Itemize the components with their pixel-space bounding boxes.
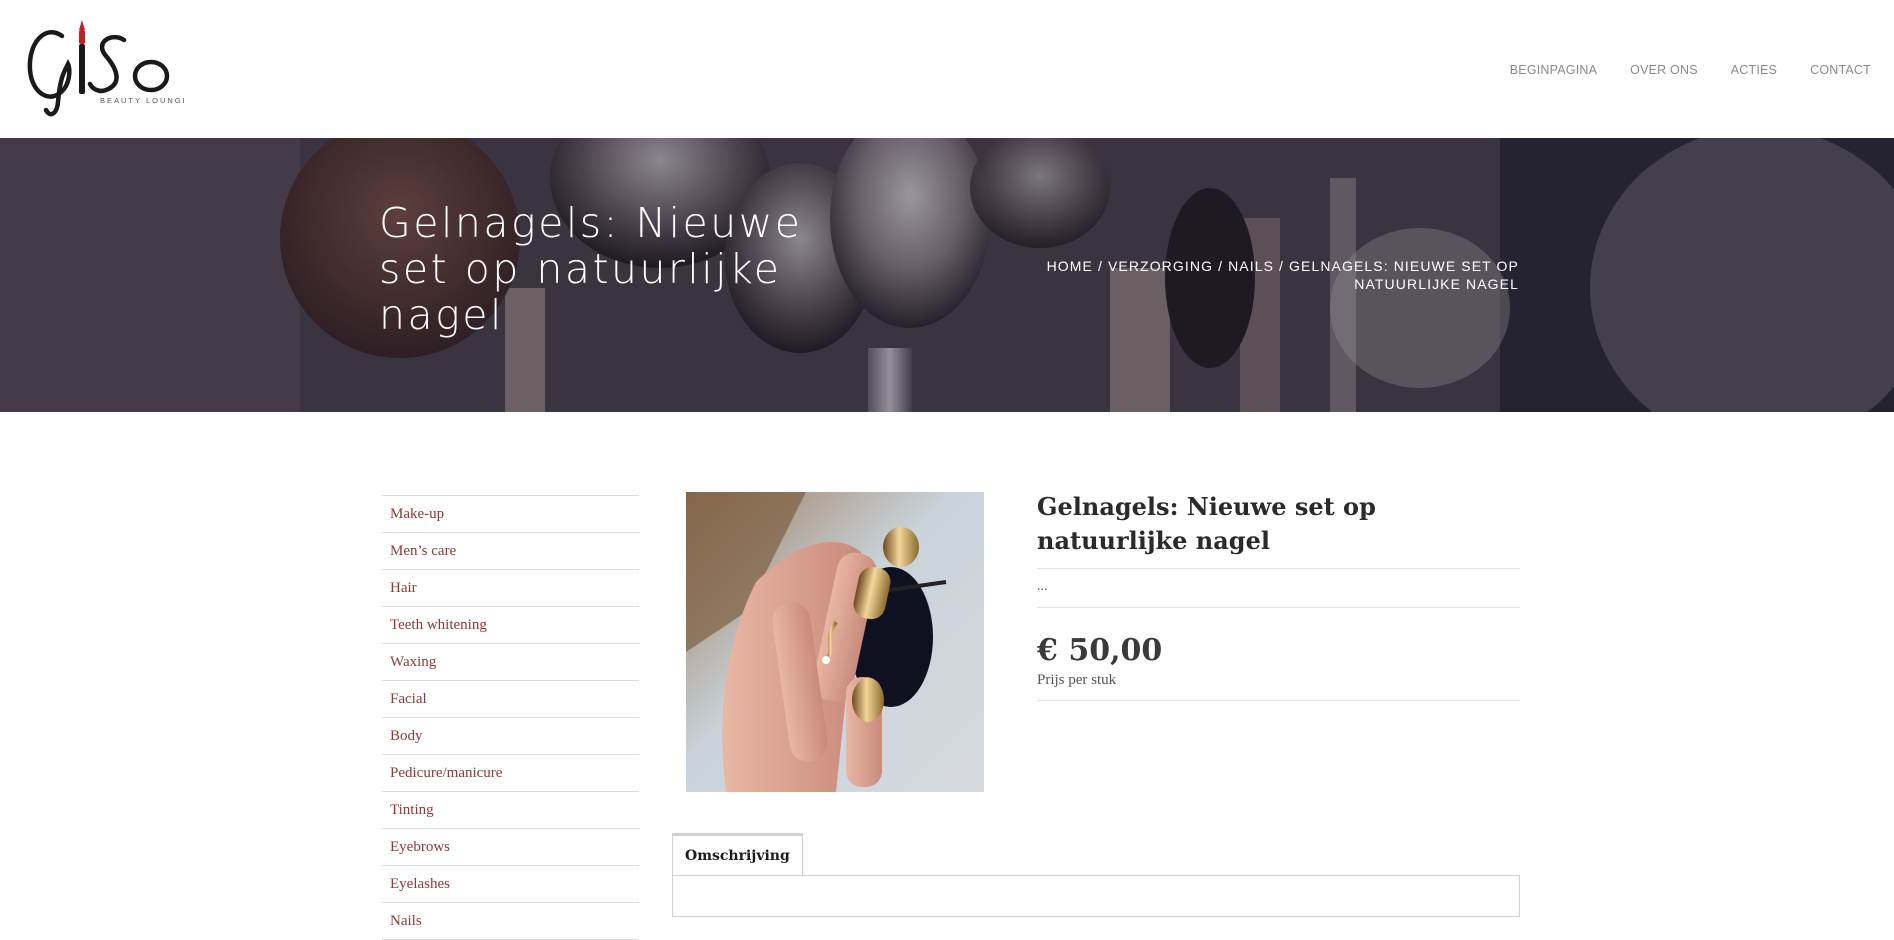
list-item: Tinting xyxy=(382,792,639,829)
list-item: Make-up xyxy=(382,496,639,533)
breadcrumb-nails[interactable]: NAILS xyxy=(1228,258,1274,274)
category-hair[interactable]: Hair xyxy=(382,580,417,597)
category-mens-care[interactable]: Men’s care xyxy=(382,543,456,560)
breadcrumb-home[interactable]: HOME xyxy=(1047,258,1093,274)
list-item: Waxing xyxy=(382,644,639,681)
site-header: BEAUTY LOUNGE BEGINPAGINA OVER ONS ACTIE… xyxy=(0,0,1894,138)
product-summary: Gelnagels: Nieuwe set op natuurlijke nag… xyxy=(1037,490,1520,701)
category-teeth-whitening[interactable]: Teeth whitening xyxy=(382,617,487,634)
breadcrumb-current: GELNAGELS: NIEUWE SET OP NATUURLIJKE NAG… xyxy=(1289,258,1519,292)
page-title: Gelnagels: Nieuwe set op natuurlijke nag… xyxy=(379,199,803,339)
list-item: Facial xyxy=(382,681,639,718)
category-list: Make-up Men’s care Hair Teeth whitening … xyxy=(382,495,639,940)
nav-item-acties[interactable]: ACTIES xyxy=(1731,63,1777,77)
breadcrumb-separator: / xyxy=(1274,258,1290,274)
category-pedicure-manicure[interactable]: Pedicure/manicure xyxy=(382,765,502,782)
list-item: Body xyxy=(382,718,639,755)
category-make-up[interactable]: Make-up xyxy=(382,506,444,523)
main-nav: BEGINPAGINA OVER ONS ACTIES CONTACT xyxy=(1510,63,1871,77)
product-title: Gelnagels: Nieuwe set op natuurlijke nag… xyxy=(1037,490,1520,569)
list-item: Men’s care xyxy=(382,533,639,570)
product-image[interactable] xyxy=(686,492,984,792)
list-item: Eyelashes xyxy=(382,866,639,903)
product-price: € 50,00 xyxy=(1037,633,1163,668)
nav-item-beginpagina[interactable]: BEGINPAGINA xyxy=(1510,63,1597,77)
logo-subtext: BEAUTY LOUNGE xyxy=(100,96,184,105)
category-eyebrows[interactable]: Eyebrows xyxy=(382,839,450,856)
site-logo[interactable]: BEAUTY LOUNGE xyxy=(24,14,184,122)
nav-item-contact[interactable]: CONTACT xyxy=(1810,63,1871,77)
breadcrumb-verzorging[interactable]: VERZORGING xyxy=(1108,258,1213,274)
tab-panel-omschrijving xyxy=(672,875,1520,917)
breadcrumb-separator: / xyxy=(1092,258,1108,274)
price-unit-label: Prijs per stuk xyxy=(1037,668,1520,701)
category-eyelashes[interactable]: Eyelashes xyxy=(382,876,450,893)
category-sidebar: Make-up Men’s care Hair Teeth whitening … xyxy=(382,495,639,940)
breadcrumb: HOME / VERZORGING / NAILS / GELNAGELS: N… xyxy=(999,257,1519,293)
category-nails[interactable]: Nails xyxy=(382,913,422,930)
gold-nails-photo xyxy=(686,492,984,792)
product-tabs: Omschrijving xyxy=(672,833,1520,917)
list-item: Eyebrows xyxy=(382,829,639,866)
category-waxing[interactable]: Waxing xyxy=(382,654,436,671)
list-item: Hair xyxy=(382,570,639,607)
list-item: Nails xyxy=(382,903,639,940)
list-item: Teeth whitening xyxy=(382,607,639,644)
category-facial[interactable]: Facial xyxy=(382,691,427,708)
product-short-description: ... xyxy=(1037,569,1520,608)
category-tinting[interactable]: Tinting xyxy=(382,802,434,819)
tab-omschrijving[interactable]: Omschrijving xyxy=(672,833,803,875)
page-hero: Gelnagels: Nieuwe set op natuurlijke nag… xyxy=(0,138,1894,412)
category-body[interactable]: Body xyxy=(382,728,423,745)
hero-overlay xyxy=(0,138,1894,412)
logo-graphic: BEAUTY LOUNGE xyxy=(27,20,184,117)
breadcrumb-separator: / xyxy=(1213,258,1229,274)
nav-item-over-ons[interactable]: OVER ONS xyxy=(1630,63,1698,77)
list-item: Pedicure/manicure xyxy=(382,755,639,792)
